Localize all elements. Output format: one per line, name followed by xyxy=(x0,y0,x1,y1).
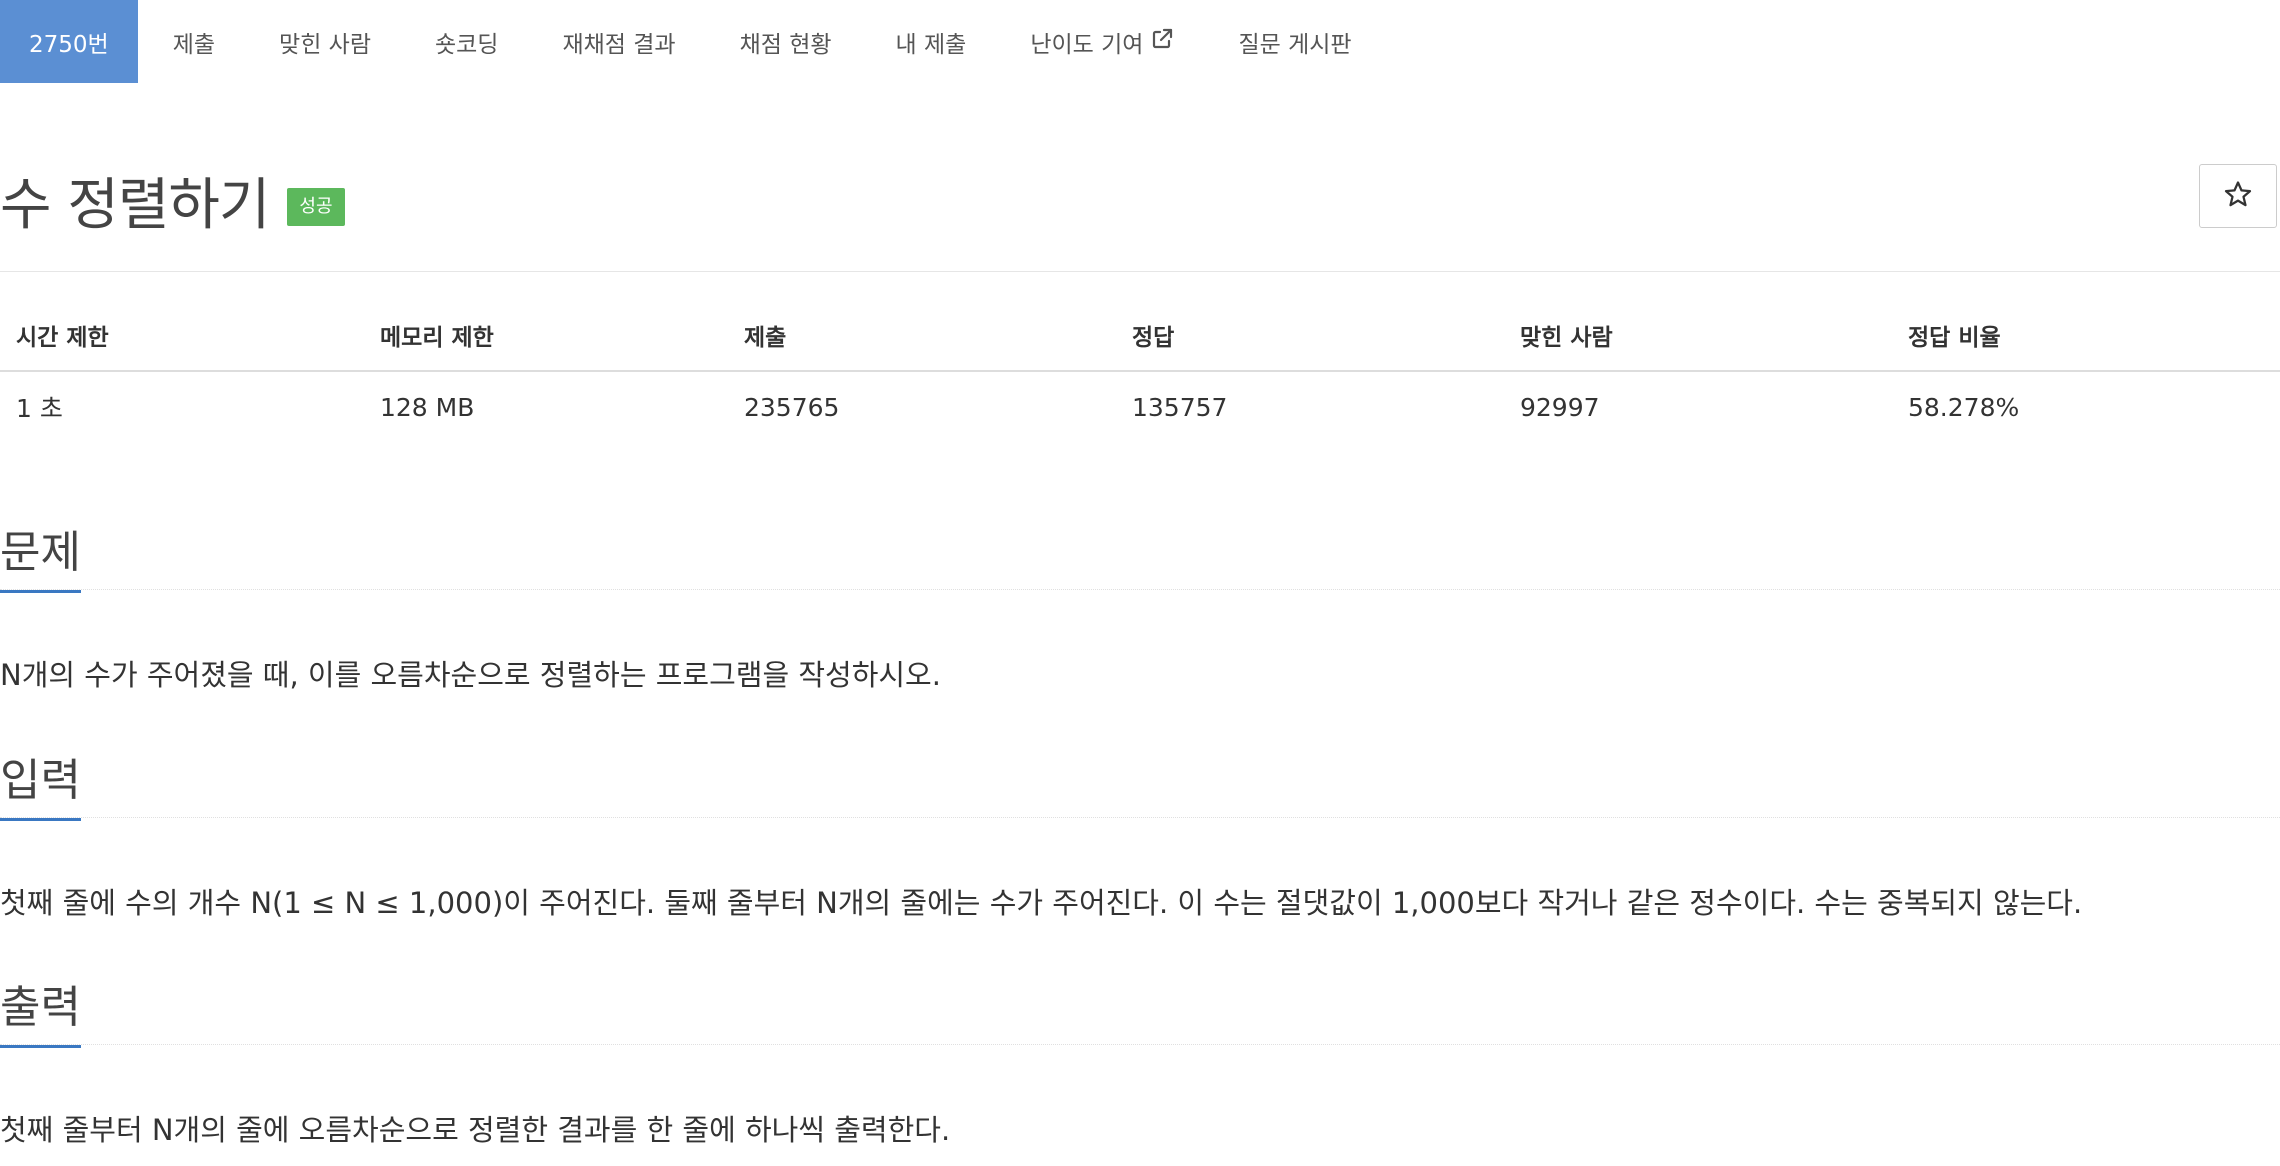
problem-page: 2750번 제출 맞힌 사람 숏코딩 재채점 결과 채점 현황 내 제출 난이도… xyxy=(0,0,2280,1166)
output-description: 첫째 줄부터 N개의 줄에 오름차순으로 정렬한 결과를 한 줄에 하나씩 출력… xyxy=(0,1113,951,1147)
submissions-value: 235765 xyxy=(744,392,840,422)
problem-tabs: 2750번 제출 맞힌 사람 숏코딩 재채점 결과 채점 현황 내 제출 난이도… xyxy=(0,0,1384,83)
page-title: 수 정렬하기 xyxy=(0,173,270,238)
output-section-title: 출력 xyxy=(0,971,81,1048)
tab-qna-board[interactable]: 질문 게시판 xyxy=(1206,0,1383,83)
tab-judge-status[interactable]: 채점 현황 xyxy=(708,0,864,83)
tab-submit[interactable]: 제출 xyxy=(141,0,247,83)
column-header-memory-limit: 메모리 제한 xyxy=(364,318,728,372)
status-badge: 성공 xyxy=(287,187,345,226)
tab-rejudge-results[interactable]: 재채점 결과 xyxy=(530,0,707,83)
time-limit-value: 1 초 xyxy=(16,394,63,423)
accept-rate-value: 58.278% xyxy=(1908,392,2020,422)
tab-my-submissions[interactable]: 내 제출 xyxy=(864,0,999,83)
table-row: 1 초 128 MB 235765 135757 92997 58.278% xyxy=(0,371,2280,442)
memory-limit-value: 128 MB xyxy=(380,392,475,422)
favorite-button[interactable] xyxy=(2199,164,2277,228)
problem-section-title: 문제 xyxy=(0,516,81,593)
tab-short-coding[interactable]: 숏코딩 xyxy=(403,0,530,83)
problem-description: N개의 수가 주어졌을 때, 이를 오름차순으로 정렬하는 프로그램을 작성하시… xyxy=(0,658,941,692)
problem-section-divider xyxy=(0,589,2280,590)
column-header-solved-users: 맞힌 사람 xyxy=(1504,318,1892,372)
title-row: 수 정렬하기 성공 xyxy=(0,160,345,241)
column-header-accepted: 정답 xyxy=(1116,318,1504,372)
input-section-header: 입력 xyxy=(0,744,2280,821)
tab-problem-number[interactable]: 2750번 xyxy=(0,0,138,83)
problem-info-table: 시간 제한 메모리 제한 제출 정답 맞힌 사람 정답 비율 1 초 128 M… xyxy=(0,318,2280,442)
table-header-row: 시간 제한 메모리 제한 제출 정답 맞힌 사람 정답 비율 xyxy=(0,318,2280,372)
tab-solved-users[interactable]: 맞힌 사람 xyxy=(247,0,403,83)
solved-users-value: 92997 xyxy=(1520,392,1600,422)
tab-difficulty-label: 난이도 기여 xyxy=(1030,31,1144,58)
input-section-divider xyxy=(0,817,2280,818)
star-icon xyxy=(2223,179,2253,213)
column-header-time-limit: 시간 제한 xyxy=(0,318,364,372)
input-description: 첫째 줄에 수의 개수 N(1 ≤ N ≤ 1,000)이 주어진다. 둘째 줄… xyxy=(0,886,2083,920)
column-header-accept-rate: 정답 비율 xyxy=(1892,318,2280,372)
accepted-value: 135757 xyxy=(1132,392,1228,422)
external-link-icon xyxy=(1150,27,1174,57)
title-divider xyxy=(0,271,2280,272)
problem-section-header: 문제 xyxy=(0,516,2280,593)
column-header-submissions: 제출 xyxy=(728,318,1116,372)
input-section-title: 입력 xyxy=(0,744,81,821)
tab-difficulty-contribution[interactable]: 난이도 기여 xyxy=(998,0,1206,83)
output-section-divider xyxy=(0,1044,2280,1045)
output-section-header: 출력 xyxy=(0,971,2280,1048)
